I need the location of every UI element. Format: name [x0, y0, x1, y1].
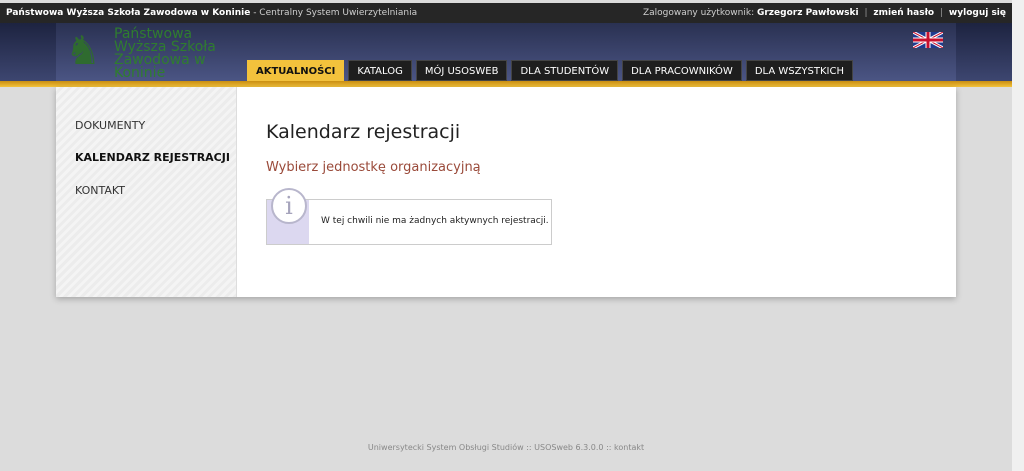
nav-tab-staff[interactable]: DLA PRACOWNIKÓW [622, 60, 742, 81]
nav-tab-everyone[interactable]: DLA WSZYSTKICH [745, 60, 853, 81]
sidebar-item-contact[interactable]: KONTAKT [75, 184, 125, 197]
info-message: W tej chwili nie ma żadnych aktywnych re… [321, 216, 549, 226]
page-title: Kalendarz rejestracji [266, 121, 461, 143]
separator: | [940, 8, 944, 18]
main-nav: AKTUALNOŚCI KATALOG MÓJ USOSWEB DLA STUD… [247, 60, 853, 81]
topbar-right: Zalogowany użytkownik: Grzegorz Pawłowsk… [643, 8, 1006, 18]
logged-label: Zalogowany użytkownik: [642, 8, 755, 18]
uk-flag-icon[interactable] [913, 32, 943, 48]
nav-tab-catalog[interactable]: KATALOG [348, 60, 412, 81]
topbar-left: Państwowa Wyższa Szkoła Zawodowa w Konin… [6, 8, 417, 18]
horse-logo-icon[interactable]: ♞ [58, 25, 108, 77]
main-panel: DOKUMENTY KALENDARZ REJESTRACJI KONTAKT … [56, 87, 956, 297]
footer: Uniwersytecki System Obsługi Studiów :: … [367, 443, 645, 452]
change-password-link[interactable]: zmień hasło [873, 8, 934, 18]
sidebar-item-registration-calendar[interactable]: KALENDARZ REJESTRACJI [75, 151, 230, 164]
system-name: - Centralny System Uwierzytelniania [250, 8, 418, 18]
nav-tab-students[interactable]: DLA STUDENTÓW [511, 60, 619, 81]
info-icon: i [271, 188, 307, 224]
username: Grzegorz Pawłowski [756, 8, 859, 18]
page-subtitle: Wybierz jednostkę organizacyjną [266, 160, 481, 175]
nav-tab-my-usosweb[interactable]: MÓJ USOSWEB [415, 60, 508, 81]
nav-tab-news[interactable]: AKTUALNOŚCI [247, 60, 345, 81]
sidebar-item-documents[interactable]: DOKUMENTY [75, 119, 145, 132]
sidebar: DOKUMENTY KALENDARZ REJESTRACJI KONTAKT [56, 87, 237, 297]
scrollbar[interactable] [1012, 0, 1024, 471]
info-box: i W tej chwili nie ma żadnych aktywnych … [266, 188, 552, 245]
separator: | [864, 8, 868, 18]
logo-text[interactable]: Państwowa Wyższa Szkoła Zawodowa w Konin… [114, 27, 244, 80]
institution-name: Państwowa Wyższa Szkoła Zawodowa w Konin… [6, 8, 251, 18]
logout-link[interactable]: wyloguj się [949, 8, 1006, 18]
top-bar: Państwowa Wyższa Szkoła Zawodowa w Konin… [0, 3, 1012, 23]
